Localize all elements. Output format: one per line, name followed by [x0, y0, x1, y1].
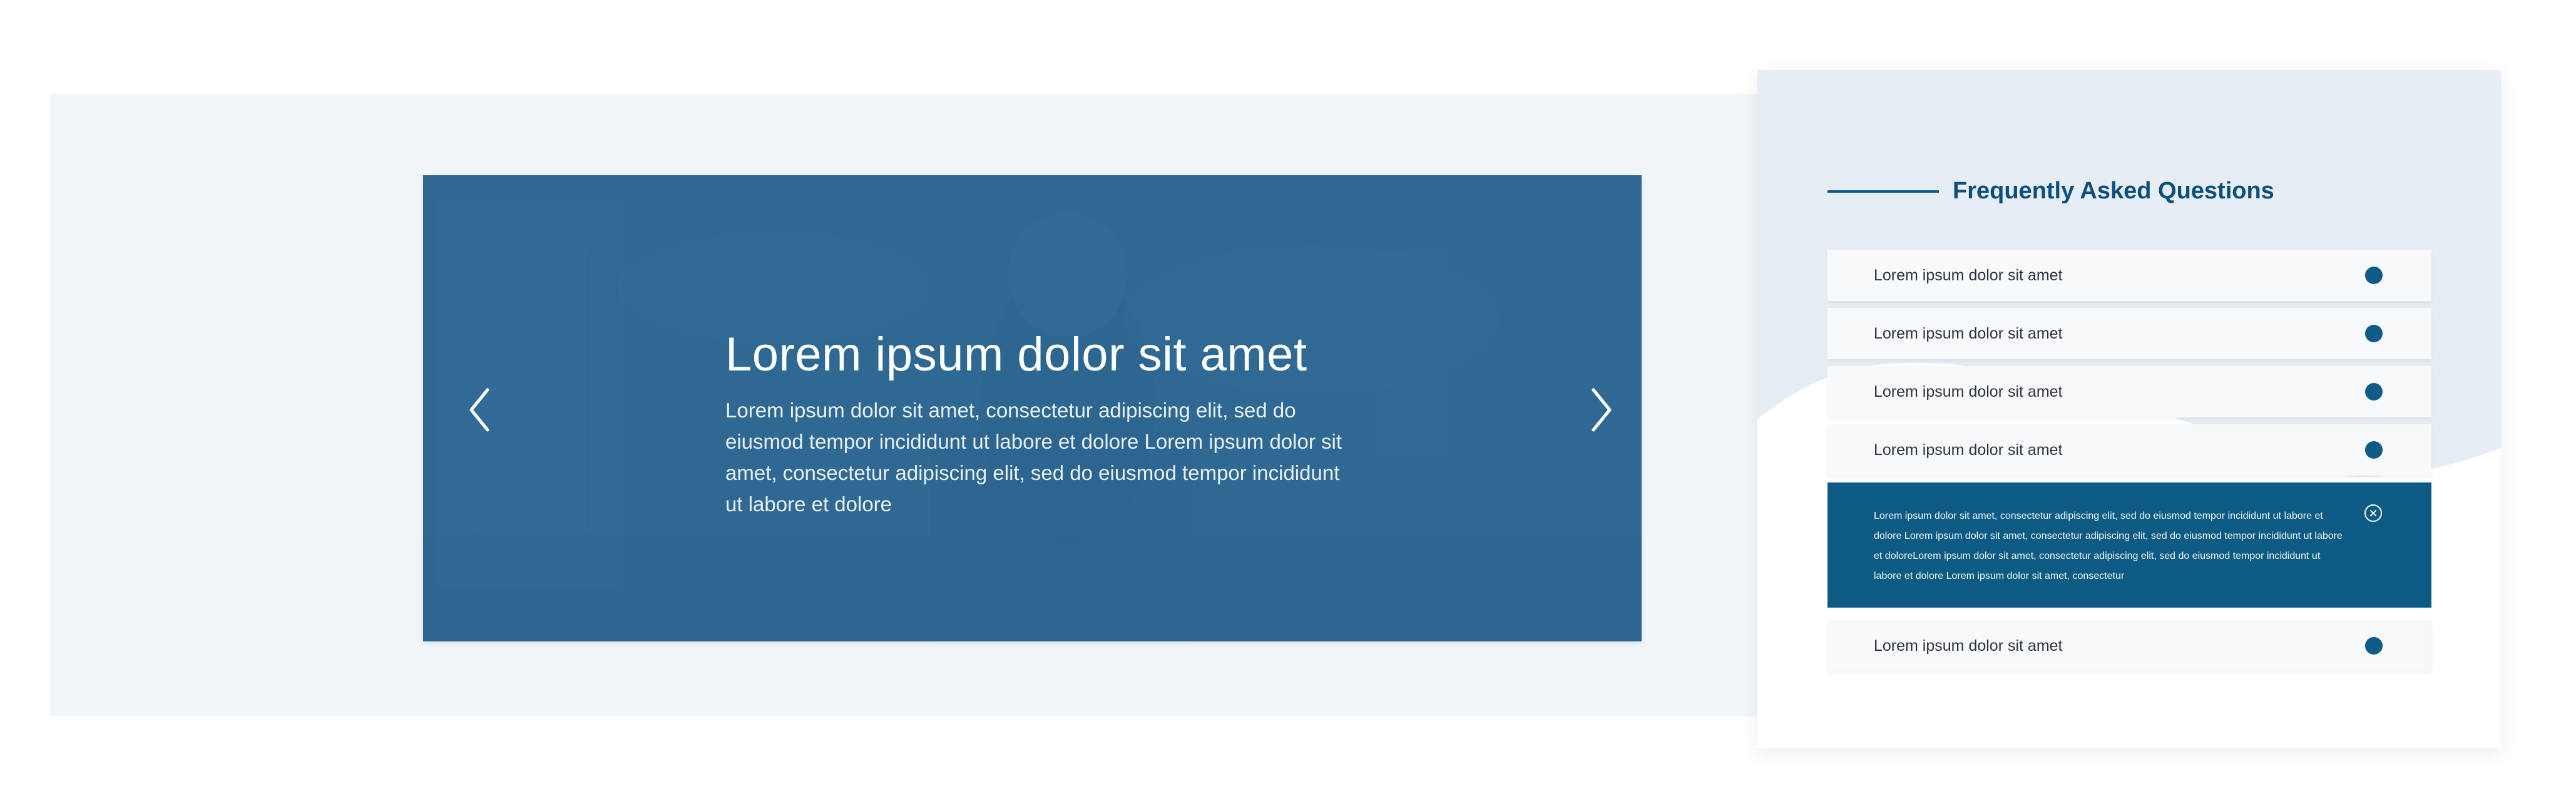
faq-question: Lorem ipsum dolor sit amet [1874, 637, 2063, 655]
slide-content: Lorem ipsum dolor sit amet Lorem ipsum d… [725, 329, 1351, 520]
chevron-right-icon [1588, 386, 1615, 434]
faq-item-4[interactable]: Lorem ipsum dolor sit amet [1827, 424, 2431, 476]
slide-title: Lorem ipsum dolor sit amet [725, 329, 1351, 381]
faq-answer-text: Lorem ipsum dolor sit amet, consectetur … [1874, 506, 2343, 586]
previous-slide-button[interactable] [461, 385, 498, 435]
faq-item-2[interactable]: Lorem ipsum dolor sit amet [1827, 308, 2431, 359]
expand-dot-icon [2365, 441, 2383, 459]
expand-dot-icon [2365, 325, 2383, 342]
close-answer-button[interactable] [2364, 504, 2382, 522]
expand-dot-icon [2365, 383, 2383, 400]
expand-dot-icon [2365, 637, 2383, 655]
faq-answer-panel: Lorem ipsum dolor sit amet, consectetur … [1827, 482, 2431, 608]
faq-list: Lorem ipsum dolor sit amet Lorem ipsum d… [1827, 250, 2431, 678]
faq-card: Frequently Asked Questions Lorem ipsum d… [1757, 70, 2501, 748]
faq-question: Lorem ipsum dolor sit amet [1874, 267, 2063, 285]
chevron-left-icon [466, 386, 493, 434]
close-icon [2368, 508, 2378, 518]
expand-dot-icon [2365, 267, 2383, 284]
faq-heading: Frequently Asked Questions [1827, 178, 2274, 205]
faq-item-1[interactable]: Lorem ipsum dolor sit amet [1827, 250, 2431, 301]
next-slide-button[interactable] [1583, 385, 1620, 435]
faq-question: Lorem ipsum dolor sit amet [1874, 383, 2063, 401]
hero-slider: Lorem ipsum dolor sit amet Lorem ipsum d… [423, 175, 1642, 641]
faq-item-3[interactable]: Lorem ipsum dolor sit amet [1827, 366, 2431, 417]
slide-description: Lorem ipsum dolor sit amet, consectetur … [725, 395, 1345, 520]
hero-section: Lorem ipsum dolor sit amet Lorem ipsum d… [50, 94, 1762, 717]
faq-question: Lorem ipsum dolor sit amet [1874, 441, 2063, 459]
faq-title: Frequently Asked Questions [1953, 178, 2274, 205]
heading-accent-line [1827, 190, 1939, 193]
faq-question: Lorem ipsum dolor sit amet [1874, 325, 2063, 343]
faq-item-5[interactable]: Lorem ipsum dolor sit amet [1827, 620, 2431, 671]
